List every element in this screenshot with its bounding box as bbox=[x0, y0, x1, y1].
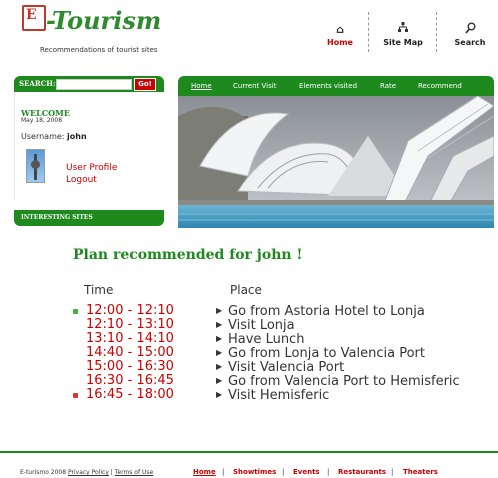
footer-copyright: E-turismo 2008 Privacy Policy | Terms of… bbox=[20, 469, 154, 476]
avatar bbox=[26, 149, 45, 183]
triangle-right-icon: ▶ bbox=[216, 348, 223, 357]
footer-link-showtimes[interactable]: Showtimes bbox=[233, 468, 276, 476]
logout-link[interactable]: Logout bbox=[66, 175, 97, 185]
footer-separator: | bbox=[327, 468, 330, 476]
plan-row-time: 16:30 - 16:45 bbox=[86, 373, 174, 388]
plan-row-place: ▶ Go from Lonja to Valencia Port bbox=[216, 346, 425, 361]
plan-row-time: 13:10 - 14:10 bbox=[86, 331, 174, 346]
top-nav-home[interactable]: ⌂ Home bbox=[320, 22, 360, 47]
terms-of-use-link[interactable]: Terms of Use bbox=[115, 469, 153, 476]
search-go-button[interactable]: Go! bbox=[134, 78, 156, 91]
interesting-sites-label: INTERESTING SITES bbox=[21, 214, 93, 221]
plan-row-place: ▶ Visit Lonja bbox=[216, 318, 295, 333]
nav-divider bbox=[436, 12, 437, 52]
main-nav-home[interactable]: Home bbox=[191, 82, 212, 90]
plan-row-time: 12:10 - 13:10 bbox=[86, 317, 174, 332]
sitemap-icon bbox=[378, 22, 428, 38]
triangle-right-icon: ▶ bbox=[216, 390, 223, 399]
footer-link-theaters[interactable]: Theaters bbox=[403, 468, 438, 476]
top-nav-sitemap[interactable]: Site Map bbox=[378, 22, 428, 47]
footer-divider bbox=[0, 451, 498, 453]
plan-row-place: ▶ Have Lunch bbox=[216, 332, 305, 347]
start-marker-icon bbox=[73, 309, 78, 314]
username-value: john bbox=[67, 132, 87, 141]
logo-text: -Tourism bbox=[46, 6, 162, 35]
plan-title: Plan recommended for john ! bbox=[73, 247, 303, 263]
plan-row-time: 16:45 - 18:00 bbox=[86, 387, 174, 402]
banner-photo bbox=[178, 96, 494, 228]
home-icon: ⌂ bbox=[336, 23, 344, 36]
time-column-header: Time bbox=[84, 283, 114, 297]
plan-row-time: 15:00 - 16:30 bbox=[86, 359, 174, 374]
main-nav-current-visit[interactable]: Current Visit bbox=[233, 82, 276, 90]
triangle-right-icon: ▶ bbox=[216, 306, 223, 315]
footer-separator: | bbox=[282, 468, 285, 476]
triangle-right-icon: ▶ bbox=[216, 376, 223, 385]
plan-row-place: ▶ Visit Valencia Port bbox=[216, 360, 345, 375]
plan-row-place: ▶ Go from Valencia Port to Hemisferic bbox=[216, 374, 460, 389]
copyright-text: E-turismo 2008 bbox=[20, 469, 67, 476]
main-nav-recommend[interactable]: Recommend bbox=[418, 82, 462, 90]
footer-link-home[interactable]: Home bbox=[193, 468, 216, 476]
end-marker-icon bbox=[73, 393, 78, 398]
nav-divider bbox=[368, 12, 369, 52]
search-input[interactable] bbox=[56, 79, 132, 90]
footer-link-restaurants[interactable]: Restaurants bbox=[338, 468, 386, 476]
username-label: Username: bbox=[21, 132, 65, 141]
site-subtitle: Recommendations of tourist sites bbox=[40, 46, 158, 54]
main-nav-elements-visited[interactable]: Elements visited bbox=[299, 82, 357, 90]
plan-row-place: ▶ Go from Astoria Hotel to Lonja bbox=[216, 304, 425, 319]
triangle-right-icon: ▶ bbox=[216, 362, 223, 371]
place-column-header: Place bbox=[230, 283, 262, 297]
username-line: Username: john bbox=[21, 132, 87, 141]
plan-row-time: 12:00 - 12:10 bbox=[86, 303, 174, 318]
user-profile-link[interactable]: User Profile bbox=[66, 163, 117, 173]
welcome-date: May 18, 2008 bbox=[21, 117, 63, 124]
plan-row-time: 14:40 - 15:00 bbox=[86, 345, 174, 360]
privacy-policy-link[interactable]: Privacy Policy bbox=[68, 469, 109, 476]
footer-separator: | bbox=[222, 468, 225, 476]
logo-icon: E bbox=[22, 5, 46, 31]
footer-separator: | bbox=[391, 468, 394, 476]
top-nav-search[interactable]: Search bbox=[448, 22, 492, 47]
search-label: SEARCH: bbox=[19, 79, 56, 88]
footer-link-events[interactable]: Events bbox=[293, 468, 320, 476]
magnifier-icon bbox=[448, 22, 492, 38]
triangle-right-icon: ▶ bbox=[216, 334, 223, 343]
main-nav-rate[interactable]: Rate bbox=[380, 82, 396, 90]
triangle-right-icon: ▶ bbox=[216, 320, 223, 329]
plan-row-place: ▶ Visit Hemisferic bbox=[216, 388, 330, 403]
